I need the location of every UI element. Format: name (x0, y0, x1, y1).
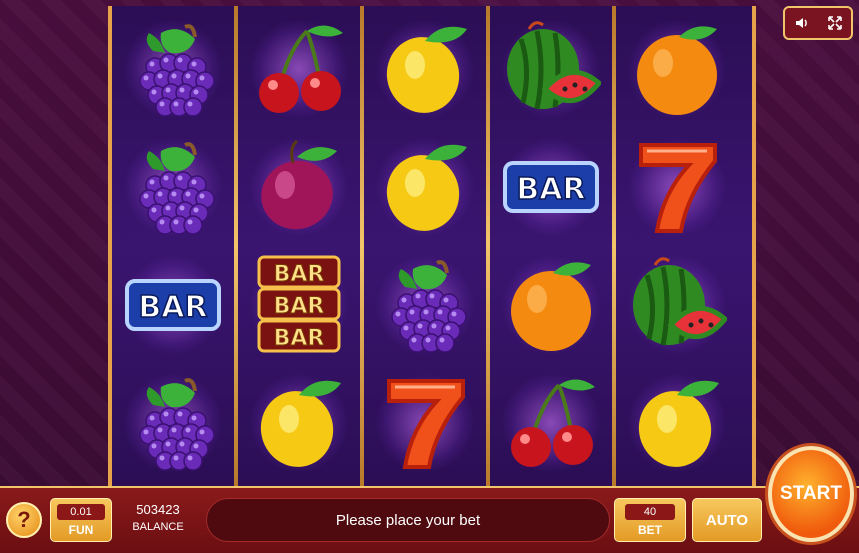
symbol-bar: BAR (501, 137, 601, 237)
reel-cell (616, 128, 738, 246)
reel-cell (364, 364, 486, 482)
reel-cell (112, 364, 234, 482)
bet-selector[interactable]: 40 BET (614, 498, 686, 542)
auto-button[interactable]: AUTO (692, 498, 762, 542)
symbol-plum (249, 137, 349, 237)
coin-label: FUN (68, 523, 94, 537)
balance-value: 503423 (136, 502, 180, 517)
reel-cell: BAR (490, 128, 612, 246)
reel-cell (364, 128, 486, 246)
symbol-grapes (375, 255, 475, 355)
speaker-icon[interactable] (791, 12, 813, 34)
symbol-cherries (501, 373, 601, 473)
reel-cell (112, 10, 234, 128)
symbol-orange (627, 19, 727, 119)
reel-cell (490, 246, 612, 364)
reel-cell (364, 10, 486, 128)
reel-cell (112, 128, 234, 246)
fullscreen-icon[interactable] (824, 12, 846, 34)
symbol-bar-triple: BAR BAR BAR (249, 255, 349, 355)
reel-2: BAR BAR BAR (238, 6, 360, 486)
start-button[interactable]: START (768, 446, 854, 542)
svg-text:BAR: BAR (274, 294, 325, 319)
symbol-orange (501, 255, 601, 355)
reel-cell (238, 10, 360, 128)
reel-1: BAR (112, 6, 234, 486)
symbol-grapes (123, 373, 223, 473)
symbol-seven (627, 137, 727, 237)
bet-value: 40 (625, 504, 675, 520)
reel-cell (490, 10, 612, 128)
symbol-lemon (249, 373, 349, 473)
symbol-watermelon (627, 255, 729, 355)
reel-cell (616, 246, 738, 364)
symbol-watermelon (501, 19, 603, 119)
svg-text:BAR: BAR (516, 172, 585, 207)
symbol-cherries (249, 19, 349, 119)
slot-game: BAR BAR BAR BAR BAR ? 0.01 FUN 503423 BA… (0, 0, 859, 553)
svg-text:BAR: BAR (274, 326, 325, 351)
coin-value-selector[interactable]: 0.01 FUN (50, 498, 112, 542)
symbol-bar: BAR (123, 255, 223, 355)
svg-text:BAR: BAR (138, 290, 207, 325)
reel-cell (238, 128, 360, 246)
symbol-lemon (375, 137, 475, 237)
reel-cell (616, 10, 738, 128)
reel-cell (364, 246, 486, 364)
help-button[interactable]: ? (6, 502, 42, 538)
reel-cell: BAR (112, 246, 234, 364)
balance-display: 503423 BALANCE (118, 496, 198, 544)
svg-text:BAR: BAR (274, 262, 325, 287)
reel-5 (616, 6, 738, 486)
status-message: Please place your bet (206, 498, 610, 542)
reel-cell (616, 364, 738, 482)
coin-value: 0.01 (57, 504, 105, 520)
reel-4: BAR (490, 6, 612, 486)
symbol-lemon (627, 373, 727, 473)
symbol-seven (375, 373, 475, 473)
bottom-panel: ? 0.01 FUN 503423 BALANCE Please place y… (0, 486, 859, 553)
reel-cell (238, 364, 360, 482)
symbol-grapes (123, 137, 223, 237)
symbol-grapes (123, 19, 223, 119)
balance-label: BALANCE (132, 521, 184, 533)
reel-cell (490, 364, 612, 482)
reel-3 (364, 6, 486, 486)
symbol-lemon (375, 19, 475, 119)
bet-label: BET (638, 523, 662, 537)
reel-cell: BAR BAR BAR (238, 246, 360, 364)
reels-area: BAR BAR BAR BAR BAR (108, 6, 756, 486)
top-controls (783, 6, 853, 40)
